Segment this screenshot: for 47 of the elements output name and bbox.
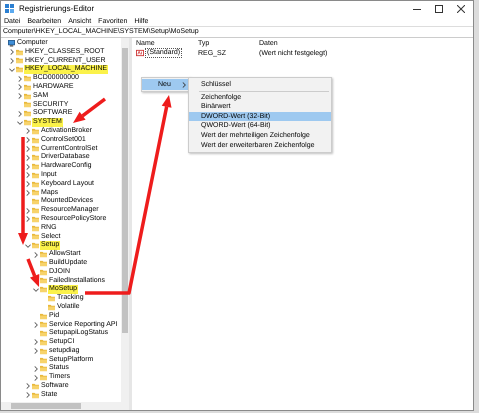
folder-icon bbox=[40, 286, 47, 294]
chevron-right-icon[interactable] bbox=[9, 58, 15, 64]
folder-icon bbox=[48, 304, 55, 311]
chevron-down-icon[interactable] bbox=[17, 120, 23, 126]
chevron-right-icon[interactable] bbox=[33, 348, 39, 354]
chevron-right-icon[interactable] bbox=[17, 84, 23, 90]
chevron-right-icon[interactable] bbox=[33, 366, 39, 372]
string-value-icon bbox=[136, 49, 144, 57]
chevron-right-icon[interactable] bbox=[25, 190, 31, 196]
chevron-right-icon[interactable] bbox=[25, 154, 31, 161]
folder-icon bbox=[16, 66, 23, 74]
chevron-right-icon[interactable] bbox=[17, 93, 23, 100]
chevron-right-icon[interactable] bbox=[9, 49, 15, 56]
maximize-button[interactable] bbox=[435, 4, 443, 12]
folder-icon bbox=[48, 295, 55, 302]
chevron-right-icon[interactable] bbox=[25, 208, 31, 214]
chevron-down-icon[interactable] bbox=[9, 66, 15, 73]
chevron-right-icon[interactable] bbox=[25, 146, 31, 152]
folder-icon bbox=[32, 154, 39, 162]
chevron-down-icon[interactable] bbox=[33, 286, 39, 293]
chevron-right-icon[interactable] bbox=[25, 216, 31, 222]
vertical-scrollbar[interactable] bbox=[121, 38, 129, 402]
computer-icon bbox=[8, 40, 15, 47]
app-icon bbox=[5, 4, 14, 13]
chevron-right-icon[interactable] bbox=[25, 172, 31, 178]
chevron-right-icon[interactable] bbox=[25, 181, 31, 188]
chevron-right-icon[interactable] bbox=[25, 392, 31, 398]
chevron-right-icon[interactable] bbox=[33, 322, 39, 328]
chevron-right-icon[interactable] bbox=[17, 110, 23, 117]
chevron-right-icon[interactable] bbox=[33, 339, 39, 346]
chevron-right-icon[interactable] bbox=[25, 137, 31, 144]
folder-icon bbox=[32, 242, 39, 250]
horizontal-scrollbar[interactable] bbox=[1, 402, 129, 410]
chevron-right-icon[interactable] bbox=[25, 164, 31, 170]
folder-icon bbox=[40, 348, 47, 355]
close-button[interactable] bbox=[457, 4, 465, 12]
window-title: Registrierungs-Editor bbox=[19, 4, 94, 13]
chevron-down-icon[interactable] bbox=[25, 242, 31, 249]
folder-icon bbox=[32, 198, 39, 206]
chevron-right-icon[interactable] bbox=[25, 128, 31, 134]
annotation-arrow bbox=[26, 258, 40, 287]
chevron-right-icon[interactable] bbox=[33, 252, 39, 258]
folder-icon bbox=[24, 110, 31, 118]
chevron-right-icon[interactable] bbox=[25, 383, 31, 390]
folder-icon bbox=[32, 392, 39, 399]
chevron-right-icon[interactable] bbox=[17, 76, 23, 82]
chevron-right-icon[interactable] bbox=[33, 374, 39, 381]
